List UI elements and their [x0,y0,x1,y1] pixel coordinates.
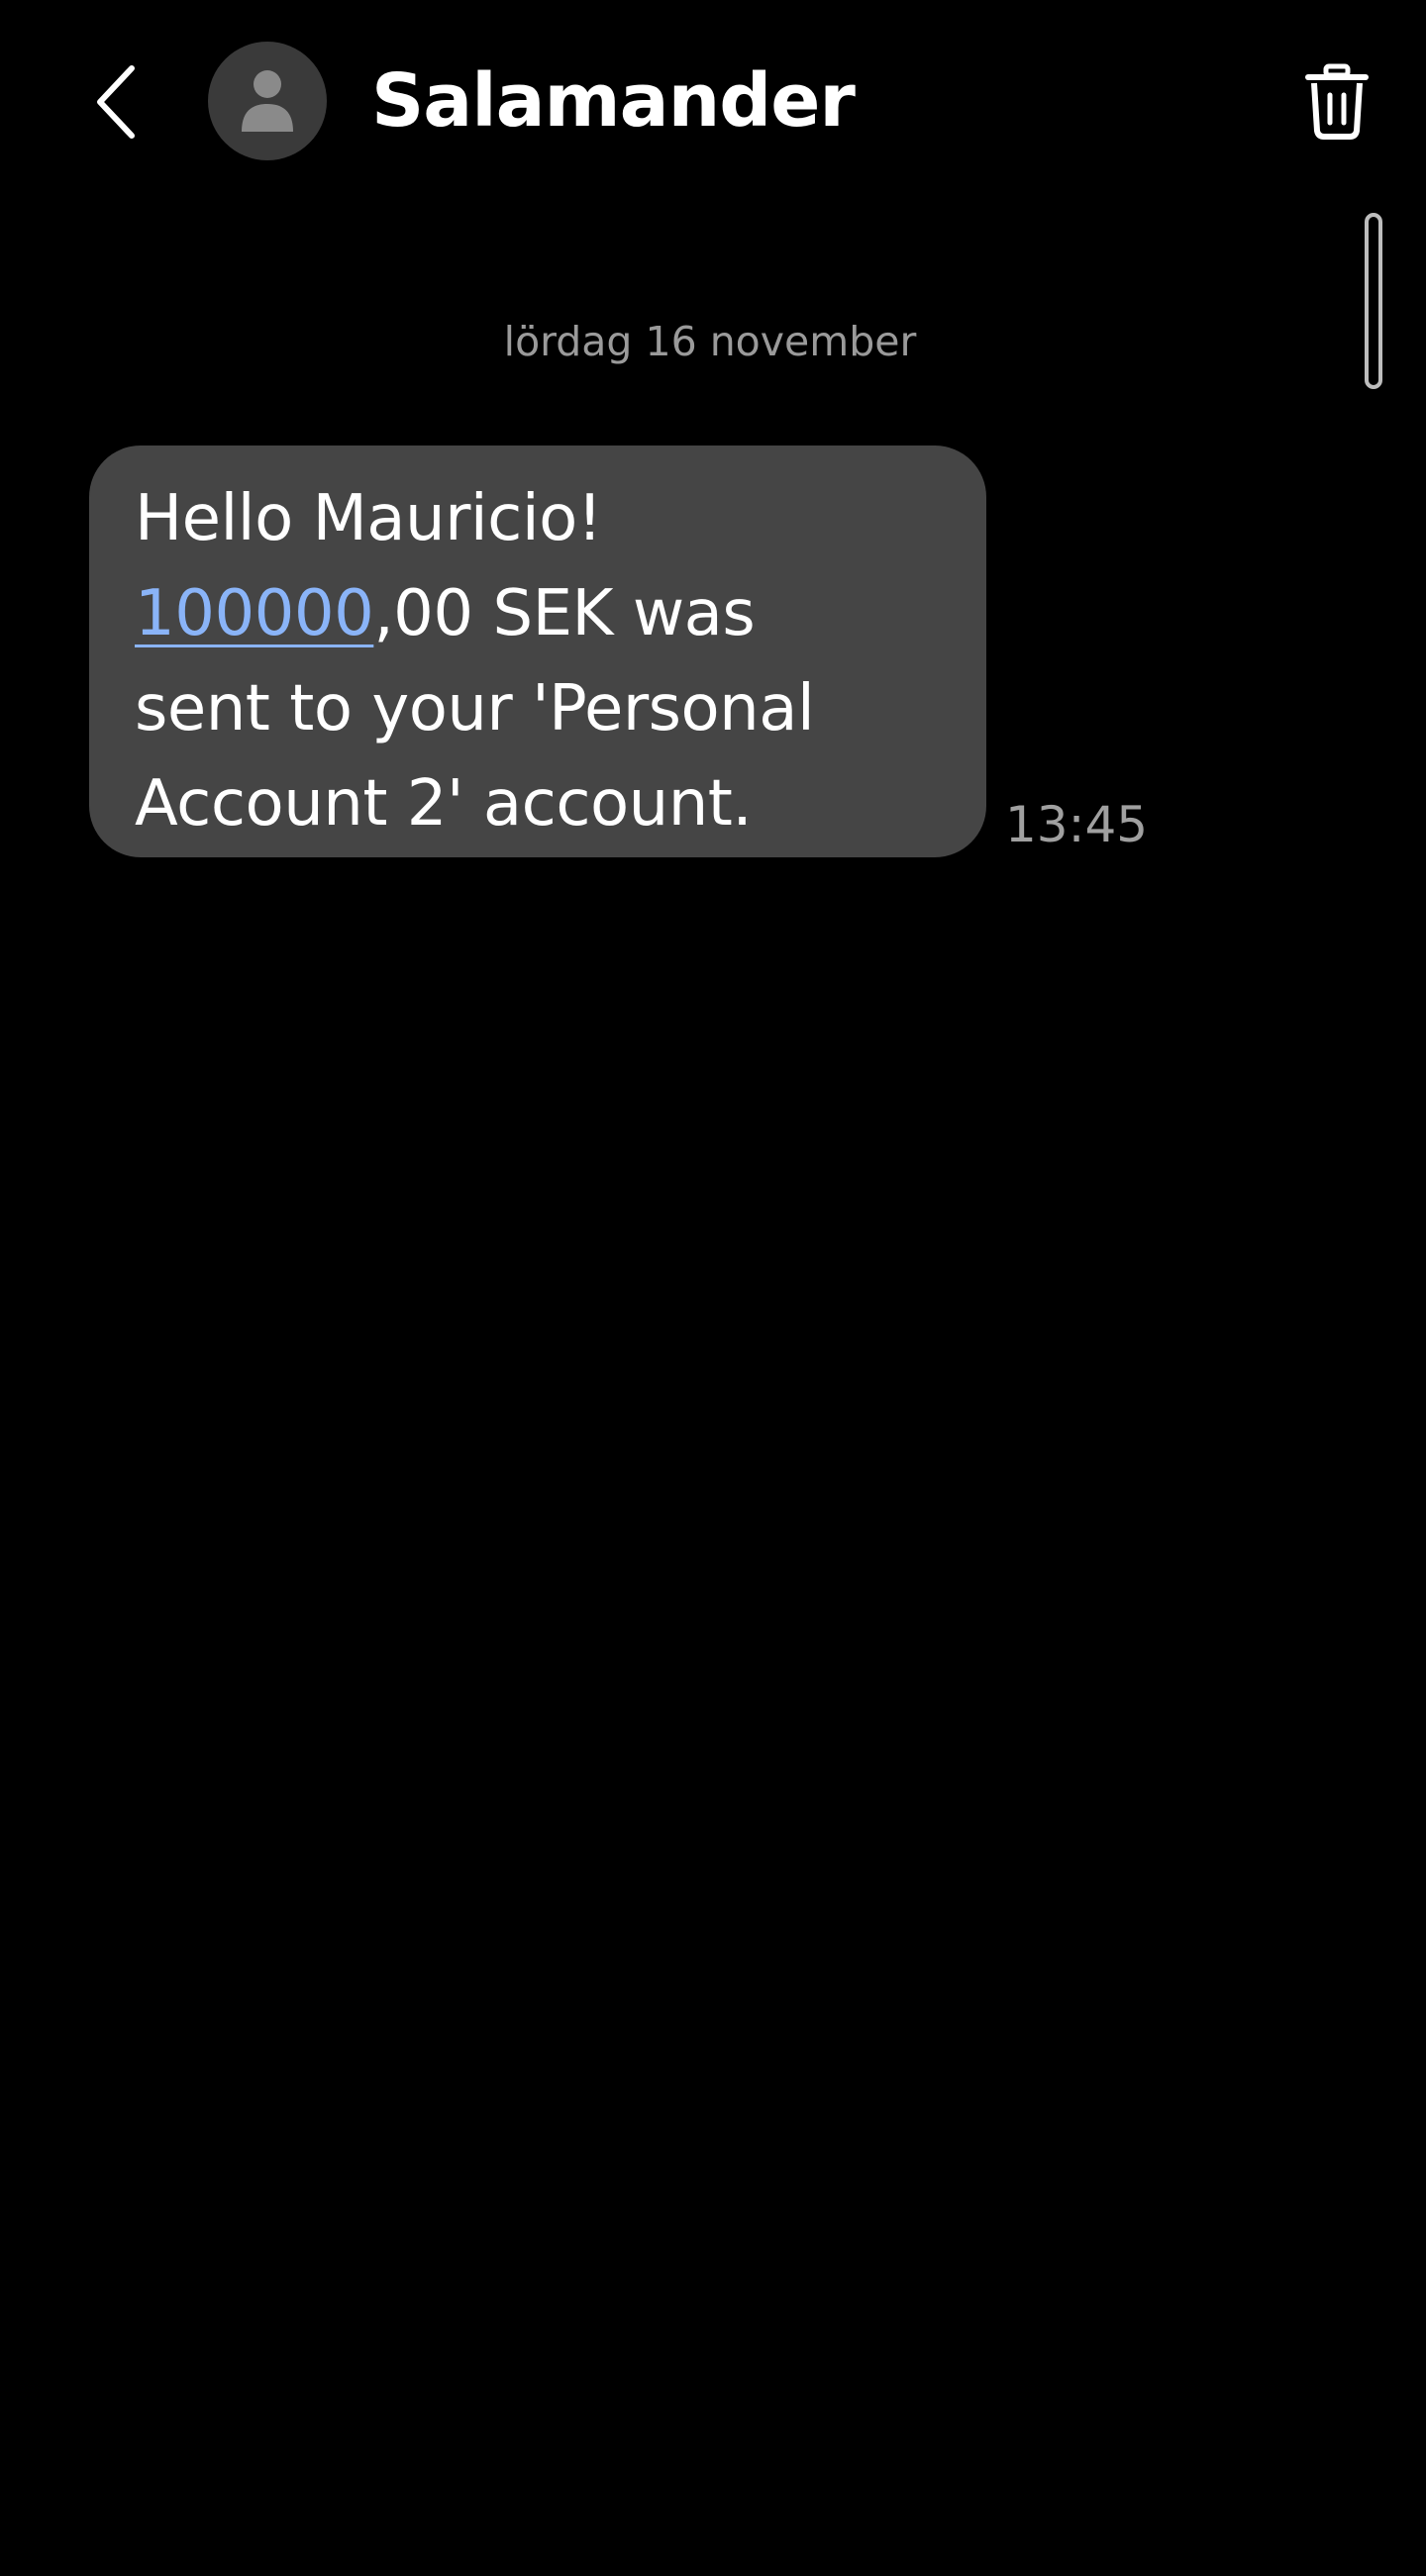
message-line: Hello Mauricio! [135,471,947,566]
message-text-segment: ,00 SEK was [373,577,756,650]
message-thread-screen: Salamander lördag 16 november Hello Maur… [0,0,1426,2576]
chevron-left-icon [97,64,135,139]
amount-link[interactable]: 100000 [135,577,374,650]
delete-conversation-button[interactable] [1292,57,1381,147]
message-text-segment: Account 2' account. [135,767,753,841]
person-icon [242,70,293,132]
message-text-segment: sent to your 'Personal [135,672,815,745]
message-timestamp: 13:45 [1005,796,1149,853]
message-line: sent to your 'Personal [135,661,947,756]
contact-name[interactable]: Salamander [371,51,856,150]
message-line: Account 2' account. [135,756,947,851]
date-separator-label: lördag 16 november [503,318,917,365]
message-line: 100000,00 SEK was [135,566,947,661]
trash-icon [1305,63,1369,140]
contact-avatar[interactable] [208,42,327,160]
message-bubble[interactable]: Hello Mauricio! 100000,00 SEK was sent t… [89,446,986,857]
back-button[interactable] [77,54,156,149]
conversation-header: Salamander [0,0,1426,203]
message-text-segment: Hello Mauricio! [135,482,602,555]
message-text: Hello Mauricio! 100000,00 SEK was sent t… [135,471,947,851]
date-separator: lördag 16 november [0,312,1426,371]
